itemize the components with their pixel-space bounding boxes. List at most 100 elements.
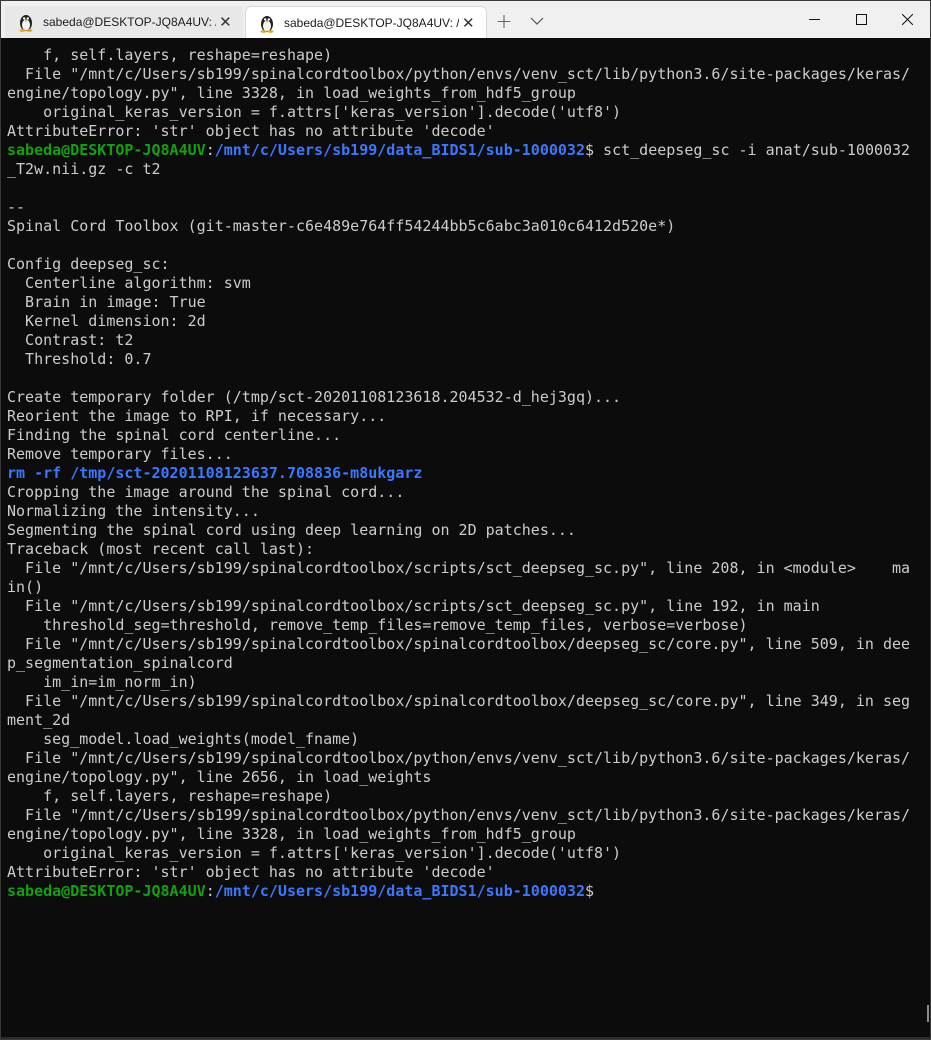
chevron-down-icon[interactable]: [525, 7, 549, 35]
terminal-text: Remove temporary files...: [7, 445, 233, 463]
terminal-line: sabeda@DESKTOP-JQ8A4UV:/mnt/c/Users/sb19…: [7, 882, 912, 901]
terminal-line: AttributeError: 'str' object has no attr…: [7, 863, 912, 882]
terminal-line: Finding the spinal cord centerline...: [7, 426, 912, 445]
terminal-line: File "/mnt/c/Users/sb199/spinalcordtoolb…: [7, 749, 912, 768]
terminal-line: Brain in image: True: [7, 293, 912, 312]
new-tab-button[interactable]: +: [491, 7, 517, 35]
terminal-line: ment_2d: [7, 711, 912, 730]
minimize-button[interactable]: [791, 1, 837, 38]
tab-close-icon[interactable]: ✕: [216, 12, 235, 32]
terminal-text: Contrast: t2: [7, 331, 134, 349]
terminal-text: im_in=im_norm_in): [7, 673, 197, 691]
terminal-text: File "/mnt/c/Users/sb199/spinalcordtoolb…: [7, 749, 911, 767]
terminal-text: Reorient the image to RPI, if necessary.…: [7, 407, 387, 425]
prompt-user: sabeda@DESKTOP-JQ8A4UV: [7, 141, 206, 159]
tab-2[interactable]: sabeda@DESKTOP-JQ8A4UV: /r ✕: [245, 6, 487, 38]
terminal-line: --: [7, 198, 912, 217]
terminal-text: $: [584, 882, 595, 900]
terminal-text: Traceback (most recent call last):: [7, 540, 315, 558]
terminal-text: Cropping the image around the spinal cor…: [7, 483, 405, 501]
terminal-line: f, self.layers, reshape=reshape): [7, 787, 912, 806]
terminal-line: seg_model.load_weights(model_fname): [7, 730, 912, 749]
tab-title: sabeda@DESKTOP-JQ8A4UV: /r: [43, 15, 216, 29]
terminal-line: Remove temporary files...: [7, 445, 912, 464]
terminal-line: engine/topology.py", line 3328, in load_…: [7, 825, 912, 844]
terminal-text: File "/mnt/c/Users/sb199/spinalcordtoolb…: [7, 692, 911, 710]
terminal-line: File "/mnt/c/Users/sb199/spinalcordtoolb…: [7, 806, 912, 825]
terminal-line: original_keras_version = f.attrs['keras_…: [7, 103, 912, 122]
bottom-divider: [1, 1037, 930, 1039]
terminal-line: Traceback (most recent call last):: [7, 540, 912, 559]
terminal-window: sabeda@DESKTOP-JQ8A4UV: /r ✕ sabeda@DESK…: [0, 0, 931, 1040]
terminal-line: Normalizing the intensity...: [7, 502, 912, 521]
terminal-text: Segmenting the spinal cord using deep le…: [7, 521, 576, 539]
terminal-text: $ sct_deepseg_sc -i anat/sub-1000032: [584, 141, 911, 159]
prompt-user: sabeda@DESKTOP-JQ8A4UV: [7, 882, 206, 900]
prompt-path: /mnt/c/Users/sb199/data_BIDS1/sub-100003…: [214, 882, 585, 900]
title-bar: sabeda@DESKTOP-JQ8A4UV: /r ✕ sabeda@DESK…: [1, 1, 930, 38]
terminal-line: Create temporary folder (/tmp/sct-202011…: [7, 388, 912, 407]
terminal-text: seg_model.load_weights(model_fname): [7, 730, 360, 748]
prompt-path: rm -rf /tmp/sct-20201108123637.708836-m8…: [7, 464, 423, 482]
terminal-line: sabeda@DESKTOP-JQ8A4UV:/mnt/c/Users/sb19…: [7, 141, 912, 160]
terminal-text: Normalizing the intensity...: [7, 502, 260, 520]
terminal-line: Threshold: 0.7: [7, 350, 912, 369]
linux-tux-icon: [19, 15, 33, 32]
terminal-text: Finding the spinal cord centerline...: [7, 426, 342, 444]
terminal-text: engine/topology.py", line 3328, in load_…: [7, 825, 576, 843]
terminal-line: rm -rf /tmp/sct-20201108123637.708836-m8…: [7, 464, 912, 483]
terminal-line: engine/topology.py", line 2656, in load_…: [7, 768, 912, 787]
terminal-line: im_in=im_norm_in): [7, 673, 912, 692]
terminal-text: AttributeError: 'str' object has no attr…: [7, 122, 495, 140]
terminal-text: File "/mnt/c/Users/sb199/spinalcordtoolb…: [7, 559, 911, 577]
terminal-text: :: [205, 141, 215, 159]
scrollbar[interactable]: [927, 1005, 929, 1022]
terminal-text: f, self.layers, reshape=reshape): [7, 787, 333, 805]
terminal-text: File "/mnt/c/Users/sb199/spinalcordtoolb…: [7, 635, 911, 653]
terminal-text: File "/mnt/c/Users/sb199/spinalcordtoolb…: [7, 65, 911, 83]
terminal-line: f, self.layers, reshape=reshape): [7, 46, 912, 65]
terminal-text: Create temporary folder (/tmp/sct-202011…: [7, 388, 622, 406]
terminal-text: f, self.layers, reshape=reshape): [7, 46, 333, 64]
terminal-text: threshold_seg=threshold, remove_temp_fil…: [7, 616, 748, 634]
terminal-line: File "/mnt/c/Users/sb199/spinalcordtoolb…: [7, 692, 912, 711]
terminal-line: Centerline algorithm: svm: [7, 274, 912, 293]
terminal-output[interactable]: f, self.layers, reshape=reshape) File "/…: [7, 46, 912, 1006]
terminal-line: engine/topology.py", line 3328, in load_…: [7, 84, 912, 103]
terminal-line: Contrast: t2: [7, 331, 912, 350]
tab-close-icon[interactable]: ✕: [459, 13, 478, 33]
terminal-line: Cropping the image around the spinal cor…: [7, 483, 912, 502]
terminal-line: File "/mnt/c/Users/sb199/spinalcordtoolb…: [7, 559, 912, 578]
close-button[interactable]: [884, 1, 930, 38]
terminal-text: File "/mnt/c/Users/sb199/spinalcordtoolb…: [7, 806, 911, 824]
terminal-text: :: [205, 882, 215, 900]
terminal-text: original_keras_version = f.attrs['keras_…: [7, 844, 622, 862]
terminal-text: engine/topology.py", line 2656, in load_…: [7, 768, 432, 786]
terminal-line: original_keras_version = f.attrs['keras_…: [7, 844, 912, 863]
terminal-text: p_segmentation_spinalcord: [7, 654, 233, 672]
terminal-line: in(): [7, 578, 912, 597]
maximize-button[interactable]: [838, 1, 884, 38]
terminal-line: Segmenting the spinal cord using deep le…: [7, 521, 912, 540]
terminal-line: threshold_seg=threshold, remove_temp_fil…: [7, 616, 912, 635]
linux-tux-icon: [260, 15, 274, 33]
terminal-text: --: [7, 198, 26, 216]
terminal-line: Config deepseg_sc:: [7, 255, 912, 274]
terminal-line: Reorient the image to RPI, if necessary.…: [7, 407, 912, 426]
terminal-line: File "/mnt/c/Users/sb199/spinalcordtoolb…: [7, 635, 912, 654]
terminal-text: Kernel dimension: 2d: [7, 312, 206, 330]
terminal-text: Centerline algorithm: svm: [7, 274, 251, 292]
terminal-text: Spinal Cord Toolbox (git-master-c6e489e7…: [7, 217, 676, 235]
terminal-text: Threshold: 0.7: [7, 350, 152, 368]
terminal-line: p_segmentation_spinalcord: [7, 654, 912, 673]
terminal-text: in(): [7, 578, 44, 596]
terminal-text: File "/mnt/c/Users/sb199/spinalcordtoolb…: [7, 597, 820, 615]
terminal-text: original_keras_version = f.attrs['keras_…: [7, 103, 622, 121]
tab-1[interactable]: sabeda@DESKTOP-JQ8A4UV: /r ✕: [5, 6, 243, 38]
prompt-path: /mnt/c/Users/sb199/data_BIDS1/sub-100003…: [214, 141, 585, 159]
tab-title: sabeda@DESKTOP-JQ8A4UV: /r: [284, 15, 459, 30]
terminal-line: _T2w.nii.gz -c t2: [7, 160, 912, 179]
